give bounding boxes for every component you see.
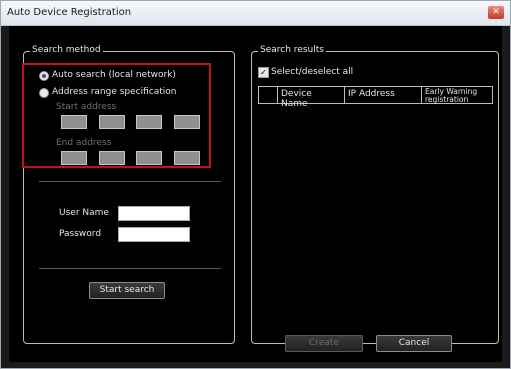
end-address-label: End address bbox=[56, 138, 112, 148]
password-label: Password bbox=[59, 229, 102, 239]
end-address-octet-4[interactable] bbox=[174, 151, 200, 165]
auto-device-registration-window: Auto Device Registration ✕ Search method… bbox=[0, 0, 511, 369]
create-button[interactable]: Create bbox=[285, 335, 363, 352]
cancel-button[interactable]: Cancel bbox=[376, 335, 452, 352]
select-all-label[interactable]: Select/deselect all bbox=[271, 67, 353, 77]
end-address-octet-2[interactable] bbox=[99, 151, 125, 165]
user-name-label: User Name bbox=[59, 208, 109, 218]
password-input[interactable] bbox=[118, 227, 190, 242]
start-address-octet-4[interactable] bbox=[174, 115, 200, 129]
address-range-label: Address range specification bbox=[52, 87, 177, 97]
column-header-device-name[interactable]: Device Name bbox=[277, 86, 345, 109]
search-results-legend: Search results bbox=[258, 45, 326, 55]
device-name-header: Device Name bbox=[281, 89, 312, 109]
column-header-ip-address[interactable]: IP Address bbox=[344, 86, 422, 104]
start-address-octet-3[interactable] bbox=[136, 115, 162, 129]
ip-address-header: IP Address bbox=[348, 89, 395, 99]
end-address-octet-1[interactable] bbox=[61, 151, 87, 165]
address-range-radio[interactable] bbox=[39, 88, 49, 98]
start-address-octet-2[interactable] bbox=[99, 115, 125, 129]
start-search-button[interactable]: Start search bbox=[89, 282, 165, 299]
auto-search-label: Auto search (local network) bbox=[52, 70, 176, 80]
dialog-body: Search method Auto search (local network… bbox=[9, 26, 502, 362]
early-warning-header: Early Warning registration bbox=[425, 87, 478, 104]
window-title: Auto Device Registration bbox=[7, 7, 132, 18]
start-address-label: Start address bbox=[56, 102, 117, 112]
auto-search-radio[interactable] bbox=[39, 71, 49, 81]
divider bbox=[39, 181, 221, 182]
column-header-select[interactable] bbox=[258, 86, 278, 104]
start-address-octet-1[interactable] bbox=[61, 115, 87, 129]
title-bar: Auto Device Registration ✕ bbox=[1, 1, 510, 26]
column-header-early-warning[interactable]: Early Warning registration bbox=[421, 86, 493, 104]
search-method-legend: Search method bbox=[30, 45, 103, 55]
divider bbox=[39, 268, 221, 269]
close-icon[interactable]: ✕ bbox=[488, 6, 504, 19]
user-name-input[interactable] bbox=[118, 206, 190, 221]
select-all-checkbox[interactable]: ✓ bbox=[258, 67, 269, 78]
end-address-octet-3[interactable] bbox=[136, 151, 162, 165]
